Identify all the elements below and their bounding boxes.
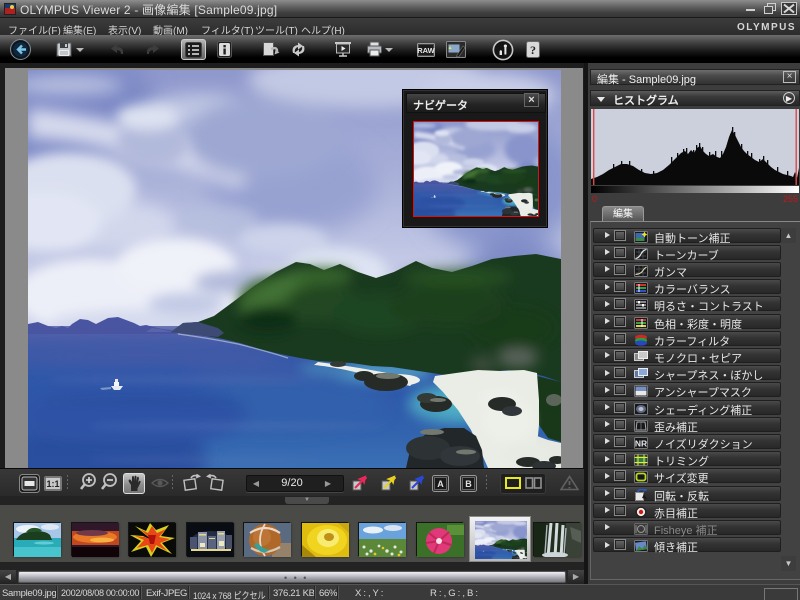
svg-text:A: A: [437, 479, 444, 489]
svg-text:?: ?: [530, 43, 536, 57]
svg-text:RAW: RAW: [417, 46, 435, 55]
svg-text:1:1: 1:1: [46, 479, 59, 489]
svg-text:NR: NR: [635, 438, 647, 448]
svg-text:B: B: [465, 479, 472, 489]
